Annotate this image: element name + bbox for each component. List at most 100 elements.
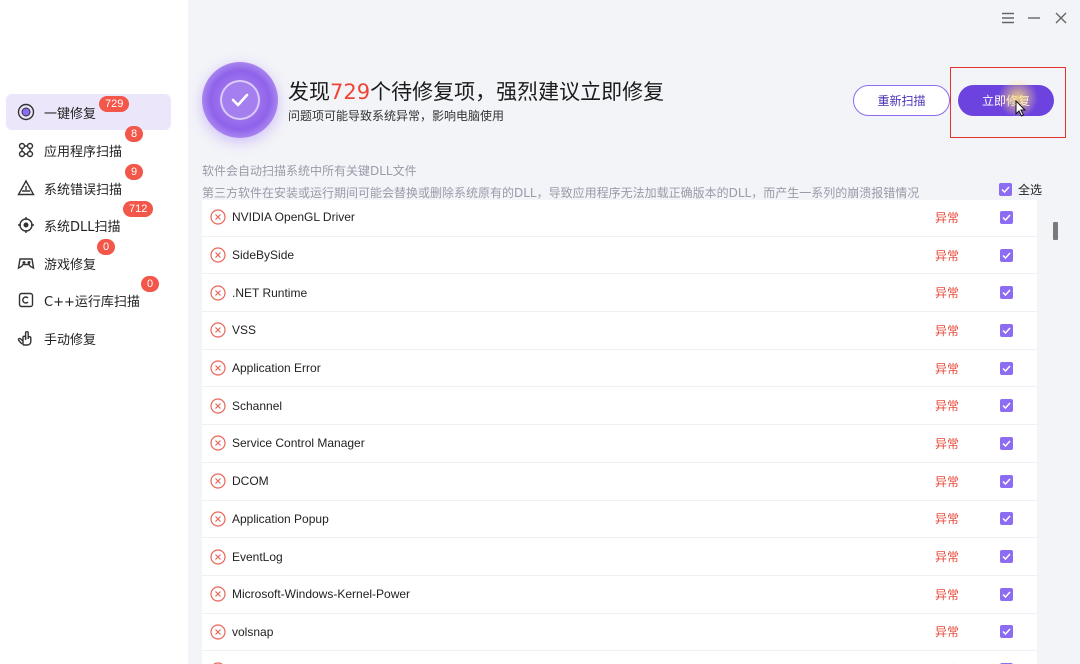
- error-circle-icon: [210, 247, 226, 263]
- table-row[interactable]: Microsoft-Windows-Kernel-Power 异常: [202, 576, 1037, 614]
- issue-count: 729: [330, 80, 371, 104]
- status-badge: 异常: [935, 286, 960, 301]
- table-row[interactable]: Service Control Manager 异常: [202, 425, 1037, 463]
- error-circle-icon: [210, 435, 226, 452]
- sidebar-item-label: 游戏修复: [44, 257, 97, 273]
- cpp-icon: [16, 290, 36, 310]
- status-badge: 异常: [935, 248, 960, 263]
- status-badge: 异常: [935, 210, 960, 225]
- scrollbar-thumb[interactable]: [1053, 222, 1058, 240]
- status-badge: 异常: [935, 587, 960, 602]
- issue-name: Schannel: [232, 398, 283, 413]
- error-circle-icon: [210, 285, 226, 301]
- error-circle-icon: [210, 398, 226, 414]
- issue-name: EventLog: [232, 549, 283, 564]
- error-circle-icon: [210, 473, 226, 489]
- main-panel: 发现729个待修复项，强烈建议立即修复 问题项可能导致系统异常，影响电脑使用 重…: [188, 0, 1080, 664]
- issue-count-badge: 712: [123, 201, 154, 217]
- table-row[interactable]: .NET Runtime 异常: [202, 274, 1037, 313]
- checkbox-checked-icon: [999, 183, 1012, 196]
- row-checkbox[interactable]: [1000, 323, 1013, 337]
- error-circle-icon: [210, 511, 226, 527]
- menu-icon[interactable]: [998, 8, 1018, 28]
- issue-count-badge: 729: [99, 96, 130, 112]
- table-row[interactable]: Schannel 异常: [202, 387, 1037, 426]
- table-row[interactable]: SideBySide 异常: [202, 237, 1037, 275]
- warning-triangle-icon: [16, 178, 36, 198]
- status-badge: 异常: [935, 512, 960, 527]
- issue-count-badge: 9: [125, 164, 144, 180]
- issue-name: NVIDIA OpenGL Driver: [232, 210, 355, 225]
- issue-name: volsnap: [232, 624, 274, 639]
- table-row[interactable]: 异常: [202, 651, 1037, 664]
- row-checkbox[interactable]: [1000, 625, 1013, 639]
- sidebar-item-label: 一键修复: [44, 106, 97, 122]
- sidebar-item-app-scan[interactable]: 应用程序扫描 8: [6, 126, 171, 168]
- issue-name: SideBySide: [232, 248, 295, 263]
- error-circle-icon: [210, 624, 226, 640]
- table-row[interactable]: NVIDIA OpenGL Driver 异常: [202, 200, 1037, 237]
- table-row[interactable]: EventLog 异常: [202, 538, 1037, 576]
- status-badge: 异常: [935, 436, 960, 451]
- sidebar-item-cpp-runtime-scan[interactable]: C++运行库扫描 0: [6, 276, 171, 318]
- scrollbar[interactable]: [1051, 206, 1059, 664]
- status-badge: 异常: [935, 361, 960, 376]
- row-checkbox[interactable]: [1000, 286, 1013, 300]
- page-subtitle: 问题项可能导致系统异常，影响电脑使用: [288, 109, 505, 123]
- row-checkbox[interactable]: [1000, 399, 1013, 413]
- issue-name: Microsoft-Windows-Kernel-Power: [232, 587, 411, 602]
- sidebar-item-dll-scan[interactable]: 系统DLL扫描 712: [6, 201, 171, 243]
- page-title: 发现729个待修复项，强烈建议立即修复: [288, 80, 665, 104]
- table-row[interactable]: Application Error 异常: [202, 350, 1037, 388]
- status-badge: 异常: [935, 550, 960, 565]
- issue-name: Application Popup: [232, 511, 329, 526]
- row-checkbox[interactable]: [1000, 550, 1013, 564]
- sidebar-item-label: C++运行库扫描: [44, 294, 140, 310]
- close-icon[interactable]: [1051, 8, 1071, 28]
- annotation-highlight-box: [950, 67, 1066, 138]
- issue-name: Application Error: [232, 361, 321, 376]
- info-text: 软件会自动扫描系统中所有关键DLL文件: [202, 164, 417, 178]
- row-checkbox[interactable]: [1000, 248, 1013, 262]
- issue-name: VSS: [232, 323, 257, 338]
- sidebar-item-label: 系统错误扫描: [44, 182, 123, 198]
- row-checkbox[interactable]: [1000, 361, 1013, 375]
- issue-name: .NET Runtime: [232, 285, 308, 300]
- sidebar-item-label: 手动修复: [44, 332, 97, 348]
- row-checkbox[interactable]: [1000, 210, 1013, 224]
- sidebar-item-label: 应用程序扫描: [44, 144, 123, 160]
- issue-name: DCOM: [232, 474, 269, 489]
- one-click-repair-icon: [16, 102, 36, 122]
- info-description: 第三方软件在安装或运行期间可能会替换或删除系统原有的DLL，导致应用程序无法加载…: [202, 186, 920, 200]
- manual-repair-icon: [16, 328, 36, 348]
- check-circle-icon: [220, 80, 260, 120]
- minimize-icon[interactable]: [1024, 8, 1044, 28]
- select-all-label: 全选: [1018, 183, 1043, 197]
- sidebar: 一键修复 729 应用程序扫描 8 系统错误扫描 9 系统DLL扫描 712 游…: [0, 0, 188, 664]
- status-badge: 异常: [935, 625, 960, 640]
- status-badge: 异常: [935, 323, 960, 338]
- row-checkbox[interactable]: [1000, 512, 1013, 526]
- status-hero-badge: [202, 62, 278, 138]
- error-circle-icon: [210, 360, 226, 376]
- error-circle-icon: [210, 322, 226, 339]
- sidebar-item-label: 系统DLL扫描: [44, 219, 121, 235]
- dll-target-icon: [16, 215, 36, 235]
- select-all-checkbox[interactable]: 全选: [999, 181, 1042, 198]
- row-checkbox[interactable]: [1000, 436, 1013, 450]
- issue-name: Service Control Manager: [232, 436, 365, 451]
- table-row[interactable]: volsnap 异常: [202, 614, 1037, 652]
- sidebar-item-one-click-repair[interactable]: 一键修复 729: [6, 94, 171, 130]
- row-checkbox[interactable]: [1000, 587, 1013, 601]
- error-circle-icon: [210, 586, 226, 602]
- rescan-button[interactable]: 重新扫描: [853, 85, 950, 116]
- error-circle-icon: [210, 548, 226, 565]
- sidebar-item-manual-repair[interactable]: 手动修复: [6, 320, 171, 356]
- error-circle-icon: [210, 209, 226, 225]
- table-row[interactable]: VSS 异常: [202, 312, 1037, 350]
- status-badge: 异常: [935, 399, 960, 414]
- row-checkbox[interactable]: [1000, 474, 1013, 488]
- issue-count-badge: 0: [141, 276, 160, 292]
- table-row[interactable]: Application Popup 异常: [202, 501, 1037, 539]
- table-row[interactable]: DCOM 异常: [202, 463, 1037, 501]
